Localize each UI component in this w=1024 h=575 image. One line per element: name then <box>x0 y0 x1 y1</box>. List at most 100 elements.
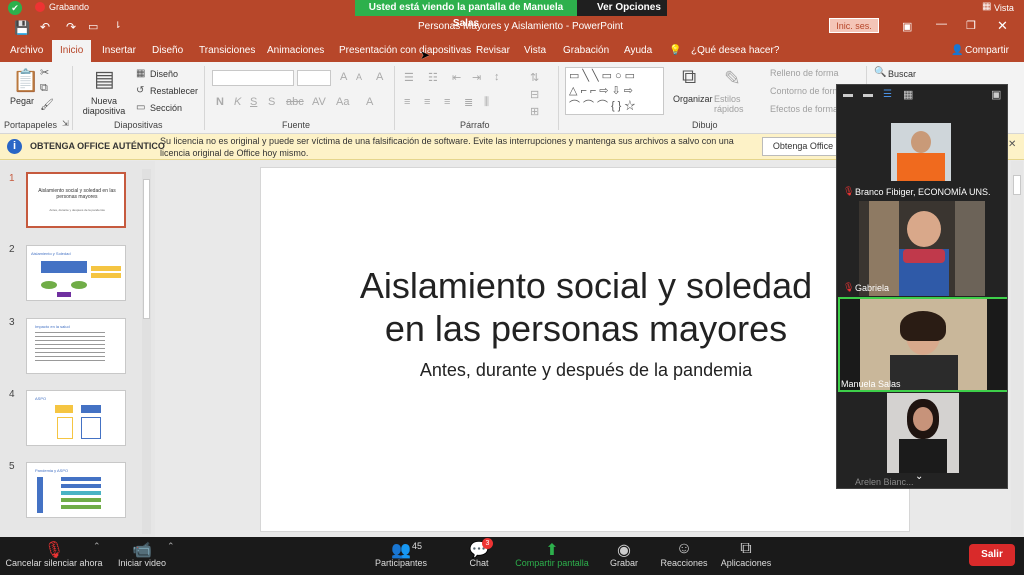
slide-subtitle[interactable]: Antes, durante y después de la pandemia <box>341 360 831 381</box>
slide-thumbnail-5[interactable]: Pandemia y ASPO <box>26 462 126 518</box>
numbering-icon[interactable]: ☷ <box>428 71 438 84</box>
participants-button[interactable]: 👥 Participantes <box>370 540 432 568</box>
close-license-icon[interactable]: ✕ <box>1008 139 1016 150</box>
redo-icon[interactable]: ↷ <box>66 20 76 34</box>
ribbon-display-icon[interactable]: ▣ <box>902 20 912 33</box>
get-office-button[interactable]: Obtenga Office <box>762 137 844 156</box>
present-icon[interactable]: ▭ <box>88 20 98 33</box>
thumbnails-scrollbar[interactable] <box>142 169 151 534</box>
align-right-icon[interactable]: ≡ <box>444 96 450 108</box>
shapes-gallery[interactable]: ▭╲╲▭○▭ △⌐⌐⇨⇩⇨ ⌒⌒⌒{}☆ <box>565 67 664 115</box>
indent-decrease-icon[interactable]: ⇤ <box>452 71 461 84</box>
expand-icon[interactable]: ▣ <box>991 88 1001 101</box>
reset-button[interactable]: Restablecer <box>150 86 198 96</box>
clear-format-icon[interactable]: A <box>376 71 383 83</box>
new-slide-button[interactable]: Nueva diapositiva <box>80 96 128 116</box>
shape-fill-button[interactable]: Relleno de forma <box>770 68 839 78</box>
tab-insertar[interactable]: Insertar <box>102 40 136 62</box>
record-button[interactable]: ◉ Grabar <box>606 540 642 568</box>
new-slide-icon[interactable]: ▤ <box>94 66 115 92</box>
tab-transiciones[interactable]: Transiciones <box>199 40 255 62</box>
chevron-up-icon[interactable]: ⌃ <box>167 541 175 552</box>
italic-icon[interactable]: K <box>234 96 241 108</box>
bullets-icon[interactable]: ☰ <box>404 71 414 84</box>
font-color-icon[interactable]: A <box>366 96 373 108</box>
arrange-icon[interactable]: ⧉ <box>682 66 696 89</box>
section-button[interactable]: Sección <box>150 103 182 113</box>
participant-video-4[interactable] <box>887 393 959 473</box>
dialog-launcher-icon[interactable]: ⇲ <box>62 119 69 128</box>
speaker-view-icon[interactable]: ▬ <box>863 89 873 100</box>
undo-icon[interactable]: ↶ <box>40 20 50 34</box>
format-painter-icon[interactable]: 🖌 <box>40 98 54 111</box>
minimize-gallery-icon[interactable]: ▬ <box>843 89 853 100</box>
find-button[interactable]: Buscar <box>888 69 916 79</box>
shadow-icon[interactable]: S <box>268 96 275 108</box>
leave-button[interactable]: Salir <box>969 544 1015 566</box>
maximize-icon[interactable]: ❐ <box>966 19 976 32</box>
text-direction-icon[interactable]: ⇅ <box>530 71 539 84</box>
save-icon[interactable]: 💾 <box>14 20 30 36</box>
view-label[interactable]: Vista <box>994 3 1014 13</box>
participant-video-2[interactable] <box>859 201 985 296</box>
chevron-up-icon[interactable]: ⌃ <box>93 541 101 552</box>
spacing-icon[interactable]: AV <box>312 96 326 108</box>
customize-icon[interactable]: ⇂ <box>114 20 122 31</box>
slide-thumbnail-2[interactable]: Aislamiento y Soledad <box>26 245 126 301</box>
participant-video-3[interactable] <box>838 297 1007 392</box>
participant-video-1[interactable] <box>891 123 951 181</box>
align-center-icon[interactable]: ≡ <box>424 96 430 108</box>
decrease-font-icon[interactable]: A <box>356 72 362 82</box>
tab-archivo[interactable]: Archivo <box>10 40 43 62</box>
bold-icon[interactable]: N <box>216 96 224 108</box>
quick-styles-icon[interactable]: ✎ <box>724 66 741 91</box>
apps-button[interactable]: ⧉ Aplicaciones <box>716 540 776 568</box>
minimize-icon[interactable]: — <box>936 18 947 30</box>
paste-icon[interactable]: 📋 <box>12 68 39 94</box>
copy-icon[interactable]: ⧉ <box>40 82 48 95</box>
unmute-button[interactable]: 🎙 Cancelar silenciar ahora <box>2 540 106 568</box>
smartart-icon[interactable]: ⊞ <box>530 105 539 118</box>
reactions-button[interactable]: ☺ Reacciones <box>658 540 710 568</box>
slide-thumbnail-4[interactable]: ASPO <box>26 390 126 446</box>
paste-button[interactable]: Pegar <box>10 96 34 106</box>
cut-icon[interactable]: ✂ <box>40 66 49 79</box>
start-video-button[interactable]: 📹 Iniciar video <box>112 540 172 568</box>
align-left-icon[interactable]: ≡ <box>404 96 410 108</box>
font-name-dropdown[interactable] <box>212 70 294 86</box>
shape-effects-button[interactable]: Efectos de forma <box>770 104 838 114</box>
share-screen-button[interactable]: ⬆ Compartir pantalla <box>510 540 594 568</box>
font-size-dropdown[interactable] <box>297 70 331 86</box>
editor-scrollbar[interactable] <box>1011 161 1023 535</box>
indent-increase-icon[interactable]: ⇥ <box>472 71 481 84</box>
layout-button[interactable]: Diseño <box>150 69 178 79</box>
slide-title[interactable]: Aislamiento social y soledad en las pers… <box>341 264 831 350</box>
close-icon[interactable]: ✕ <box>997 18 1008 34</box>
shape-outline-button[interactable]: Contorno de forma <box>770 86 845 96</box>
view-icon[interactable]: ▦ <box>982 1 991 12</box>
signin-button[interactable]: Inic. ses. <box>829 18 879 33</box>
tab-inicio[interactable]: Inicio <box>52 40 92 62</box>
strip-view-icon[interactable]: ☰ <box>883 89 892 100</box>
tab-animaciones[interactable]: Animaciones <box>267 40 324 62</box>
tab-diseno[interactable]: Diseño <box>152 40 183 62</box>
view-options-button[interactable]: Ver Opciones <box>577 0 667 16</box>
columns-icon[interactable]: ⫼ <box>484 96 489 109</box>
slide-thumbnail-3[interactable]: Impacto en la salud <box>26 318 126 374</box>
tab-vista[interactable]: Vista <box>524 40 546 62</box>
tab-revisar[interactable]: Revisar <box>476 40 510 62</box>
tab-grabacion[interactable]: Grabación <box>563 40 609 62</box>
tab-ayuda[interactable]: Ayuda <box>624 40 652 62</box>
slide-canvas[interactable]: Aislamiento social y soledad en las pers… <box>260 167 910 532</box>
line-spacing-icon[interactable]: ↕ <box>494 71 500 83</box>
tell-me-field[interactable]: ¿Qué desea hacer? <box>691 40 779 62</box>
case-icon[interactable]: Aa <box>336 96 349 108</box>
underline-icon[interactable]: S <box>250 96 257 108</box>
increase-font-icon[interactable]: A <box>340 71 347 83</box>
justify-icon[interactable]: ≣ <box>464 96 473 109</box>
quick-styles-button[interactable]: Estilos rápidos <box>714 94 754 114</box>
chevron-down-icon[interactable]: ⌄ <box>915 471 923 482</box>
share-button[interactable]: Compartir <box>965 40 1009 62</box>
align-text-icon[interactable]: ⊟ <box>530 88 539 101</box>
arrange-button[interactable]: Organizar <box>673 94 713 104</box>
